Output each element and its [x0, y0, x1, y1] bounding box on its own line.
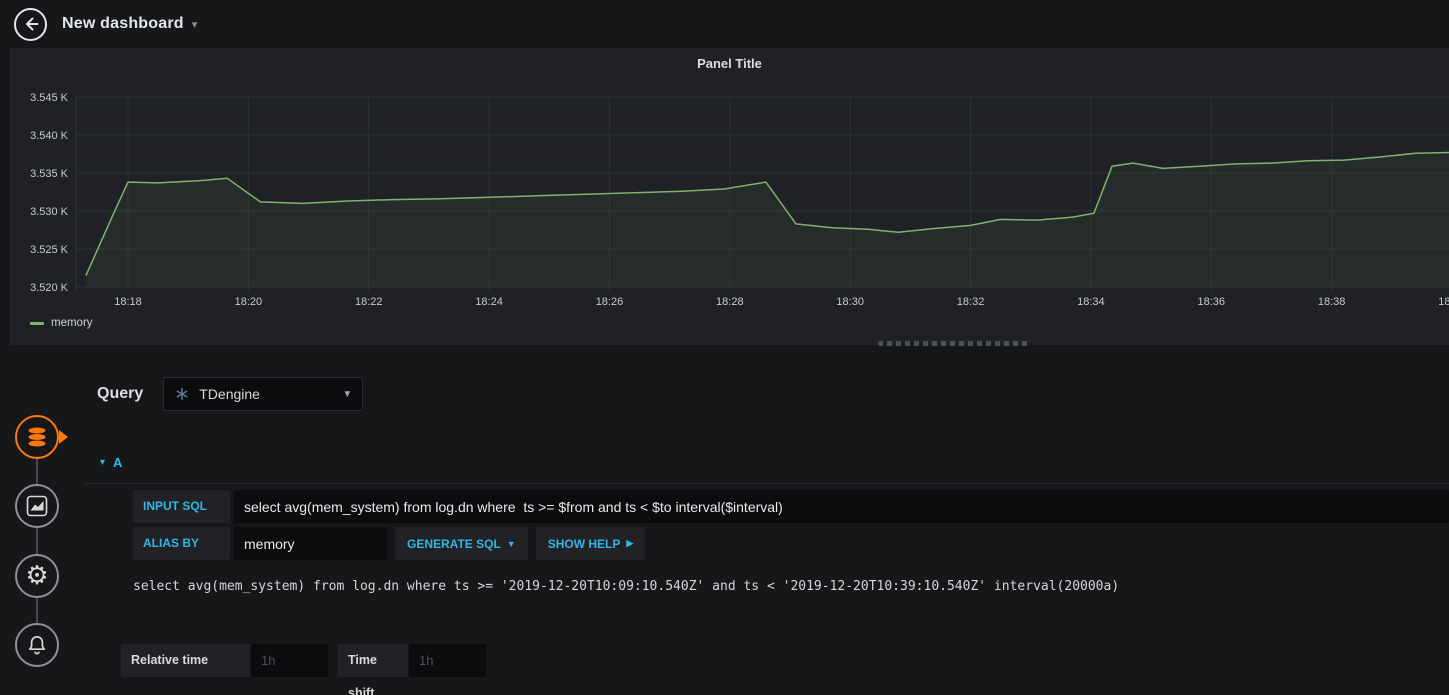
active-tab-arrow-icon [59, 430, 68, 444]
svg-text:18:22: 18:22 [355, 296, 383, 308]
datasource-name: TDengine [199, 386, 260, 402]
time-shift-input[interactable] [409, 644, 486, 677]
svg-text:3.540 K: 3.540 K [30, 130, 69, 142]
relative-time-input[interactable] [251, 644, 328, 677]
chevron-down-icon: ▾ [191, 18, 198, 31]
show-help-button[interactable]: SHOW HELP ▶ [535, 527, 646, 560]
alias-by-field[interactable] [234, 527, 387, 560]
dashboard-title-menu[interactable]: New dashboard ▾ [62, 15, 197, 33]
gear-icon: ⚙ [25, 561, 49, 591]
query-editor-section: Query TDengine ▼ ▾ A INPUT SQL select av… [85, 370, 1449, 695]
tab-visualization[interactable] [15, 484, 59, 528]
chevron-down-icon: ▼ [506, 538, 516, 549]
collapse-caret-icon: ▾ [100, 457, 106, 468]
svg-text:18:26: 18:26 [596, 296, 624, 308]
back-button[interactable] [14, 7, 47, 41]
dashboard-title: New dashboard [62, 15, 184, 32]
input-sql-label: INPUT SQL [133, 490, 230, 523]
tab-alert[interactable] [15, 623, 59, 667]
svg-text:3.525 K: 3.525 K [30, 244, 69, 256]
legend-series-color [30, 321, 44, 325]
query-row-toggle[interactable]: ▾ A [85, 453, 1449, 484]
svg-text:3.530 K: 3.530 K [30, 206, 69, 218]
svg-text:18:24: 18:24 [475, 296, 503, 308]
svg-text:18:20: 18:20 [235, 296, 263, 308]
edit-tabs-rail [36, 437, 38, 645]
generate-sql-button[interactable]: GENERATE SQL ▼ [395, 527, 528, 560]
query-options-row: Relative time Time shift [121, 644, 1449, 695]
svg-text:18:36: 18:36 [1198, 296, 1226, 308]
input-sql-row: INPUT SQL [133, 490, 1449, 523]
svg-text:18:30: 18:30 [836, 296, 864, 308]
legend: memory [30, 317, 93, 329]
time-shift-label: Time shift [338, 644, 408, 695]
legend-series-label[interactable]: memory [51, 317, 93, 329]
database-icon [28, 427, 46, 447]
tab-queries[interactable] [15, 415, 59, 459]
svg-text:18:32: 18:32 [957, 296, 985, 308]
generated-sql-text: select avg(mem_system) from log.dn where… [133, 579, 1120, 594]
graph-icon [26, 495, 48, 517]
query-section-title: Query [97, 385, 144, 402]
top-navbar: New dashboard ▾ [0, 0, 1449, 48]
tab-general[interactable]: ⚙ [15, 554, 59, 598]
bell-icon [28, 635, 46, 655]
svg-text:18:34: 18:34 [1077, 296, 1105, 308]
generate-sql-label: GENERATE SQL [407, 536, 501, 551]
show-help-label: SHOW HELP [547, 536, 621, 551]
svg-text:18:38: 18:38 [1318, 296, 1346, 308]
alias-by-row: ALIAS BY GENERATE SQL ▼ SHOW HELP ▶ [133, 527, 1449, 560]
input-sql-field[interactable] [234, 490, 1449, 523]
alias-by-label: ALIAS BY [133, 527, 230, 560]
relative-time-label: Relative time [121, 644, 250, 677]
grafana-edit-page: New dashboard ▾ Panel Title 3.520 K 3.525… [0, 0, 1449, 695]
query-header: Query TDengine ▼ [85, 377, 1449, 411]
svg-text:3.535 K: 3.535 K [30, 168, 69, 180]
svg-text:18:28: 18:28 [716, 296, 744, 308]
arrow-left-icon [25, 17, 38, 31]
graph-panel: Panel Title 3.520 K 3.525 K 3.530 K 3.535 K… [10, 48, 1449, 345]
svg-text:3.520 K: 3.520 K [30, 282, 69, 294]
svg-text:3.545 K: 3.545 K [30, 92, 69, 104]
tdengine-logo-icon [176, 387, 188, 401]
panel-resize-scrollbar[interactable] [878, 341, 1030, 346]
chevron-right-icon: ▶ [626, 538, 634, 548]
panel-chart-svg[interactable]: 3.520 K 3.525 K 3.530 K 3.535 K 3.540 K 3.545… [10, 48, 1449, 318]
chevron-down-icon: ▼ [342, 388, 353, 400]
query-ref-id: A [113, 455, 123, 470]
svg-text:18:18: 18:18 [114, 296, 142, 308]
datasource-picker[interactable]: TDengine ▼ [163, 377, 364, 411]
svg-text:18:40: 18:40 [1438, 296, 1449, 308]
